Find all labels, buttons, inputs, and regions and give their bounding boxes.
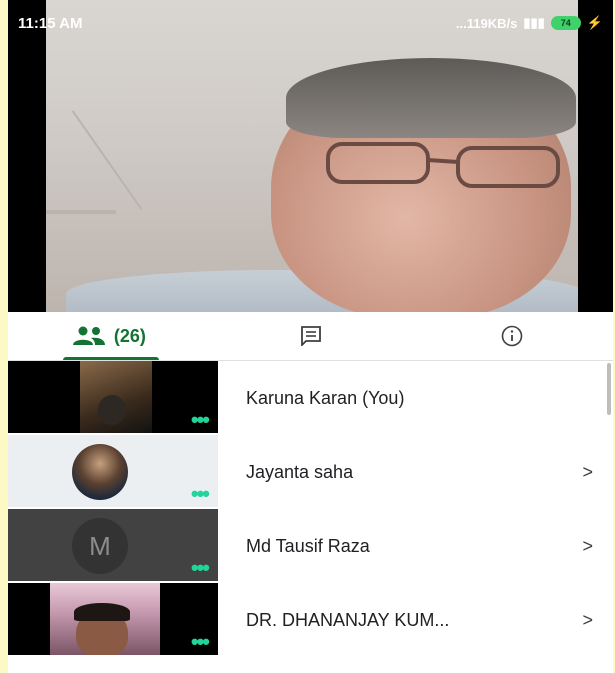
participant-list[interactable]: ••• Karuna Karan (You) ••• Jayanta saha … [8, 361, 613, 661]
info-icon [501, 325, 523, 347]
participant-name: Md Tausif Raza [246, 535, 370, 556]
participant-thumbnail: M ••• [8, 509, 218, 581]
people-icon [72, 326, 105, 345]
status-bar: 11:15 AM ...119KB/s ▮▮▮ 74 ⚡ [8, 0, 613, 46]
chat-icon [300, 326, 321, 346]
main-video[interactable]: 11:15 AM ...119KB/s ▮▮▮ 74 ⚡ [8, 0, 613, 312]
chevron-right-icon[interactable]: > [582, 536, 593, 557]
chevron-right-icon[interactable]: > [582, 610, 593, 631]
participant-name: DR. DHANANJAY KUM... [246, 609, 450, 630]
tab-chat[interactable] [210, 312, 412, 360]
active-tab-indicator [63, 357, 159, 360]
participant-video [80, 361, 152, 433]
speaker-hair [286, 58, 576, 138]
participant-name: Karuna Karan (You) [246, 387, 405, 408]
participant-thumbnail: ••• [8, 435, 218, 507]
tab-info[interactable] [411, 312, 613, 360]
participant-row[interactable]: M ••• Md Tausif Raza > [8, 509, 613, 583]
participant-row[interactable]: ••• Jayanta saha > [8, 435, 613, 509]
participant-thumbnail: ••• [8, 361, 218, 433]
network-speed: ...119KB/s [455, 15, 518, 31]
participant-video [50, 583, 160, 655]
charging-icon: ⚡ [586, 15, 603, 30]
chevron-right-icon[interactable]: > [582, 462, 593, 483]
more-options-icon[interactable]: ••• [191, 409, 210, 431]
meet-app-screen: 11:15 AM ...119KB/s ▮▮▮ 74 ⚡ (26) ••• Ka… [8, 0, 613, 673]
tab-people[interactable]: (26) [8, 312, 210, 360]
speaker-video-frame [46, 0, 578, 312]
signal-icon: ▮▮▮ [523, 15, 545, 30]
more-options-icon[interactable]: ••• [191, 631, 210, 653]
speaker-glasses [326, 142, 560, 188]
status-time: 11:15 AM [18, 14, 83, 32]
participant-row[interactable]: ••• DR. DHANANJAY KUM... > [8, 583, 613, 657]
participant-avatar [72, 444, 128, 500]
battery-icon: 74 [550, 16, 581, 30]
tab-bar: (26) [8, 312, 613, 361]
participant-initial-avatar: M [72, 518, 128, 574]
participant-thumbnail: ••• [8, 583, 218, 655]
people-count: (26) [113, 325, 146, 346]
more-options-icon[interactable]: ••• [191, 483, 210, 505]
participant-row[interactable]: ••• Karuna Karan (You) [8, 361, 613, 435]
participant-name: Jayanta saha [246, 461, 354, 482]
more-options-icon[interactable]: ••• [191, 557, 210, 579]
